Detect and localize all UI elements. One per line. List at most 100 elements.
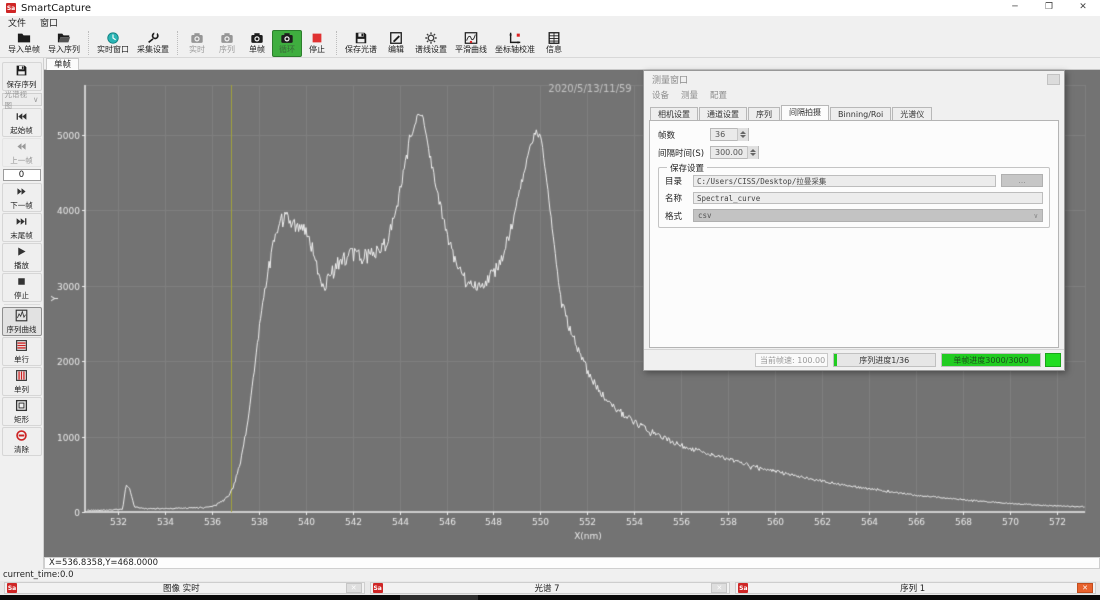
- close-icon[interactable]: ✕: [711, 583, 727, 593]
- taskbar-window-title: 序列 1: [748, 582, 1077, 594]
- sidebar-button-播放[interactable]: 播放: [2, 243, 42, 272]
- toolbar-button-导入单帧[interactable]: 导入单帧: [4, 30, 44, 57]
- toolbar-button-坐标轴校准[interactable]: 坐标轴校准: [491, 30, 539, 57]
- sidebar-button-label: 末尾帧: [10, 231, 33, 240]
- frame-index-input[interactable]: 0: [3, 169, 41, 181]
- single-row-icon: [15, 339, 28, 355]
- toolbar-button-谱线设置[interactable]: 谱线设置: [411, 30, 451, 57]
- taskbar-window-title: 光谱 7: [383, 582, 712, 594]
- toolbar-button-label: 导入序列: [48, 45, 80, 55]
- clear-icon: [15, 429, 28, 445]
- interval-spinner[interactable]: 300.00: [710, 146, 759, 159]
- close-icon[interactable]: ✕: [1066, 0, 1100, 16]
- taskbar-window-序列 1[interactable]: Sa序列 1✕: [735, 582, 1096, 594]
- sidebar-button-下一帧[interactable]: 下一帧: [2, 183, 42, 212]
- dir-input[interactable]: C:/Users/CISS/Desktop/拉曼采集: [693, 175, 996, 187]
- toolbar-separator: [336, 31, 337, 55]
- toolbar-button-label: 停止: [309, 45, 325, 55]
- menu-item-0[interactable]: 文件: [8, 16, 26, 29]
- toolbar-button-导入序列[interactable]: 导入序列: [44, 30, 84, 57]
- axis-calibrate-icon: [508, 31, 522, 45]
- dialog-menu-item-0[interactable]: 设备: [652, 89, 669, 101]
- frames-spinner[interactable]: 36: [710, 128, 749, 141]
- taskbar-window-图像 实时[interactable]: Sa图像 实时✕: [4, 582, 365, 594]
- clock-icon: [106, 31, 120, 45]
- dialog-tab-通道设置[interactable]: 通道设置: [699, 107, 747, 120]
- dialog-tab-序列[interactable]: 序列: [748, 107, 780, 120]
- toolbar-separator: [177, 31, 178, 55]
- close-icon[interactable]: ✕: [1077, 583, 1093, 593]
- toolbar-button-label: 谱线设置: [415, 45, 447, 55]
- close-icon[interactable]: ✕: [346, 583, 362, 593]
- spinner-arrows-icon[interactable]: [747, 146, 758, 159]
- sidebar-button-单行[interactable]: 单行: [2, 337, 42, 366]
- sidebar-button-label: 播放: [14, 261, 29, 270]
- toolbar-button-实时[interactable]: 实时: [182, 30, 212, 57]
- toolbar-button-label: 实时: [189, 45, 205, 55]
- save-settings-group: 保存设置 目录 C:/Users/CISS/Desktop/拉曼采集 ... 名…: [658, 167, 1050, 228]
- titlebar: Sa SmartCapture ─ ❐ ✕: [0, 0, 1100, 16]
- dialog-titlebar[interactable]: 测量窗口: [644, 71, 1064, 88]
- format-select[interactable]: csv ∨: [693, 209, 1043, 222]
- menu-item-1[interactable]: 窗口: [40, 16, 58, 29]
- toolbar-button-实时窗口[interactable]: 实时窗口: [93, 30, 133, 57]
- sidebar-button-停止[interactable]: 停止: [2, 273, 42, 302]
- sidebar-button-单列[interactable]: 单列: [2, 367, 42, 396]
- sidebar-button-末尾帧[interactable]: 末尾帧: [2, 213, 42, 242]
- sidebar-button-序列曲线[interactable]: 序列曲线: [2, 307, 42, 336]
- toolbar: 导入单帧导入序列 实时窗口采集设置 实时序列单帧循环停止 保存光谱编辑 谱线设置平滑曲线…: [0, 29, 1100, 58]
- dialog-menu-item-1[interactable]: 测量: [681, 89, 698, 101]
- dialog-close-button[interactable]: [1047, 74, 1060, 85]
- chevron-down-icon: ∨: [33, 95, 39, 104]
- sidebar-button-起始帧[interactable]: 起始帧: [2, 108, 42, 137]
- toolbar-button-label: 实时窗口: [97, 45, 129, 55]
- toolbar-button-平滑曲线[interactable]: 平滑曲线: [451, 30, 491, 57]
- dialog-tab-间隔拍摄[interactable]: 间隔拍摄: [781, 105, 829, 120]
- toolbar-button-序列[interactable]: 序列: [212, 30, 242, 57]
- tab-single-frame[interactable]: 单帧: [46, 58, 79, 70]
- toolbar-button-单帧[interactable]: 单帧: [242, 30, 272, 57]
- toolbar-button-编辑[interactable]: 编辑: [381, 30, 411, 57]
- dialog-body: 帧数 36 间隔时间(S) 300.00 保存设置 目录 C:/Users/CI…: [649, 120, 1059, 348]
- window-taskbar: Sa图像 实时✕Sa光谱 7✕Sa序列 1✕: [0, 581, 1100, 595]
- toolbar-button-采集设置[interactable]: 采集设置: [133, 30, 173, 57]
- name-input[interactable]: Spectral_curve: [693, 192, 1043, 204]
- browse-button[interactable]: ...: [1001, 174, 1043, 187]
- rect-icon: [15, 399, 28, 415]
- sidebar-dropdown-光谱视图[interactable]: 光谱视图∨: [2, 93, 42, 106]
- app-logo-icon: Sa: [738, 583, 748, 593]
- sidebar-button-矩形[interactable]: 矩形: [2, 397, 42, 426]
- toolbar-button-label: 导入单帧: [8, 45, 40, 55]
- dialog-menu-item-2[interactable]: 配置: [710, 89, 727, 101]
- camera-icon: [250, 31, 264, 45]
- dialog-tab-光谱仪[interactable]: 光谱仪: [892, 107, 932, 120]
- sidebar-button-保存序列[interactable]: 保存序列: [2, 62, 42, 91]
- toolbar-button-label: 编辑: [388, 45, 404, 55]
- dialog-tab-Binning/Roi[interactable]: Binning/Roi: [830, 107, 891, 120]
- toolbar-button-label: 平滑曲线: [455, 45, 487, 55]
- interval-label: 间隔时间(S): [658, 147, 710, 159]
- window-title: SmartCapture: [21, 3, 91, 14]
- sidebar-button-清除[interactable]: 清除: [2, 427, 42, 456]
- status-indicator: [1045, 353, 1061, 367]
- minimize-icon[interactable]: ─: [998, 0, 1032, 16]
- toolbar-separator: [88, 31, 89, 55]
- frames-label: 帧数: [658, 129, 710, 141]
- spinner-arrows-icon[interactable]: [737, 128, 748, 141]
- toolbar-button-label: 采集设置: [137, 45, 169, 55]
- dialog-tab-相机设置[interactable]: 相机设置: [650, 107, 698, 120]
- skip-last-icon: [15, 215, 28, 231]
- taskbar-window-光谱 7[interactable]: Sa光谱 7✕: [370, 582, 731, 594]
- toolbar-button-停止[interactable]: 停止: [302, 30, 332, 57]
- toolbar-button-循环[interactable]: 循环: [272, 30, 302, 57]
- coordinate-statusbar: X=536.8358,Y=468.0000: [0, 557, 1100, 569]
- toolbar-button-信息[interactable]: 信息: [539, 30, 569, 57]
- forward-icon: [15, 185, 28, 201]
- sidebar-button-label: 清除: [14, 445, 29, 454]
- toolbar-button-label: 信息: [546, 45, 562, 55]
- sidebar-button-上一帧[interactable]: 上一帧: [2, 138, 42, 167]
- statusbar-pad: [0, 557, 44, 569]
- toolbar-button-保存光谱[interactable]: 保存光谱: [341, 30, 381, 57]
- maximize-icon[interactable]: ❐: [1032, 0, 1066, 16]
- sidebar-button-label: 矩形: [14, 415, 29, 424]
